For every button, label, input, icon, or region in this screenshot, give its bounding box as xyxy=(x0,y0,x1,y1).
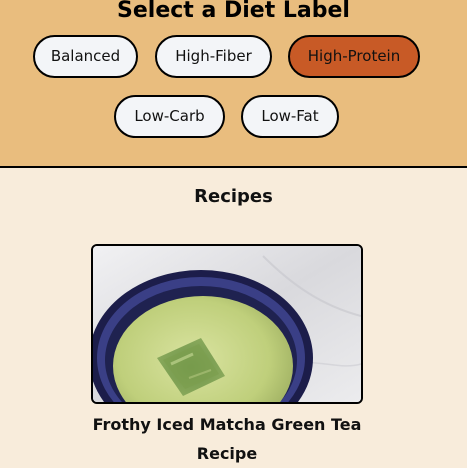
diet-label-button-low-carb[interactable]: Low-Carb xyxy=(114,95,225,138)
recipe-title[interactable]: Frothy Iced Matcha Green Tea Recipe xyxy=(71,410,383,468)
matcha-drink-image xyxy=(93,246,361,402)
diet-label-section: Select a Diet Label Balanced High-Fiber … xyxy=(0,0,467,168)
recipes-heading: Recipes xyxy=(194,186,273,207)
diet-label-button-low-fat[interactable]: Low-Fat xyxy=(241,95,339,138)
recipe-image[interactable] xyxy=(91,244,363,404)
diet-label-button-high-protein[interactable]: High-Protein xyxy=(288,35,420,78)
diet-label-button-balanced[interactable]: Balanced xyxy=(33,35,138,78)
diet-label-title: Select a Diet Label xyxy=(117,0,350,23)
diet-label-button-high-fiber[interactable]: High-Fiber xyxy=(155,35,272,78)
recipe-card[interactable]: Frothy Iced Matcha Green Tea Recipe xyxy=(91,244,363,463)
